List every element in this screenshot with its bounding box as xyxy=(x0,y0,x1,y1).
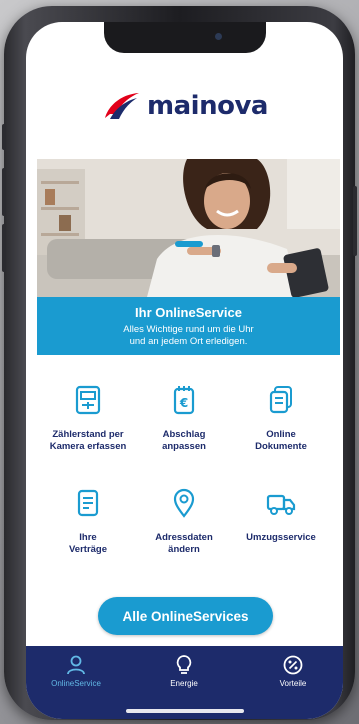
volume-up-button xyxy=(2,168,6,216)
location-pin-icon xyxy=(173,488,195,518)
brand-logo: mainova xyxy=(26,86,343,126)
documents-icon xyxy=(269,386,292,414)
contract-icon xyxy=(77,489,99,517)
tab-energy-label: Energie xyxy=(170,679,198,688)
volume-down-button xyxy=(2,224,6,272)
tile-contracts-line-2: Verträge xyxy=(68,544,108,555)
euro-document-icon: € xyxy=(173,386,195,415)
tile-contracts[interactable]: Ihre Verträge xyxy=(38,488,138,556)
tab-benefits[interactable]: Vorteile xyxy=(243,654,343,688)
hero-photo xyxy=(37,159,340,297)
tile-moving-service[interactable]: Umzugsservice xyxy=(231,488,331,544)
side-button-left xyxy=(2,124,6,150)
tile-adjust-instalment-line-1: Abschlag xyxy=(162,429,206,440)
tile-meter-reading[interactable]: Zählerstand per Kamera erfassen xyxy=(38,385,138,453)
tile-meter-reading-line-2: Kamera erfassen xyxy=(49,441,127,452)
tile-adjust-instalment-line-2: anpassen xyxy=(162,441,206,452)
tab-benefits-label: Vorteile xyxy=(279,679,307,688)
tile-moving-service-line-1: Umzugsservice xyxy=(246,532,316,543)
tile-change-address[interactable]: Adressdaten ändern xyxy=(134,488,234,556)
hero-subtitle-line-2: und an jedem Ort erledigen. xyxy=(129,336,248,347)
tab-online-service[interactable]: OnlineService xyxy=(26,654,126,688)
brand-name: mainova xyxy=(147,91,268,121)
hero-card[interactable]: Ihr OnlineService Alles Wichtige rund um… xyxy=(37,159,340,355)
tile-online-documents-line-2: Dokumente xyxy=(255,441,307,452)
lightbulb-icon xyxy=(176,655,192,674)
tile-contracts-line-1: Ihre xyxy=(79,532,97,543)
tab-online-service-label: OnlineService xyxy=(51,679,101,688)
tile-adjust-instalment[interactable]: € Abschlag anpassen xyxy=(134,385,234,453)
person-icon xyxy=(67,655,85,675)
tile-change-address-line-2: ändern xyxy=(168,544,200,555)
home-indicator[interactable] xyxy=(126,709,244,713)
power-button xyxy=(353,186,357,256)
tile-meter-reading-line-1: Zählerstand per xyxy=(52,429,124,440)
phone-frame: mainova Ihr OnlineService Alles Wichtige… xyxy=(2,6,357,720)
tab-energy[interactable]: Energie xyxy=(134,654,234,688)
app-screen: mainova Ihr OnlineService Alles Wichtige… xyxy=(26,22,343,719)
meter-icon xyxy=(75,385,101,415)
tile-change-address-line-1: Adressdaten xyxy=(155,532,213,543)
all-online-services-button[interactable]: Alle OnlineServices xyxy=(98,597,273,635)
hero-banner: Ihr OnlineService Alles Wichtige rund um… xyxy=(37,297,340,355)
mainova-swoosh-icon xyxy=(105,93,140,119)
bottom-tab-bar: OnlineService Energie Vorteile xyxy=(26,646,343,719)
moving-truck-icon xyxy=(266,494,296,515)
svg-text:€: € xyxy=(179,396,188,410)
percent-badge-icon xyxy=(283,655,303,675)
woman-with-tablet-illustration xyxy=(37,159,340,297)
tile-online-documents-line-1: Online xyxy=(266,429,296,440)
hero-subtitle: Alles Wichtige rund um die Uhr und an je… xyxy=(37,324,340,348)
notch xyxy=(104,22,266,53)
tile-online-documents[interactable]: Online Dokumente xyxy=(231,385,331,453)
front-camera xyxy=(215,33,222,40)
hero-title: Ihr OnlineService xyxy=(135,305,242,320)
hero-subtitle-line-1: Alles Wichtige rund um die Uhr xyxy=(123,324,254,335)
